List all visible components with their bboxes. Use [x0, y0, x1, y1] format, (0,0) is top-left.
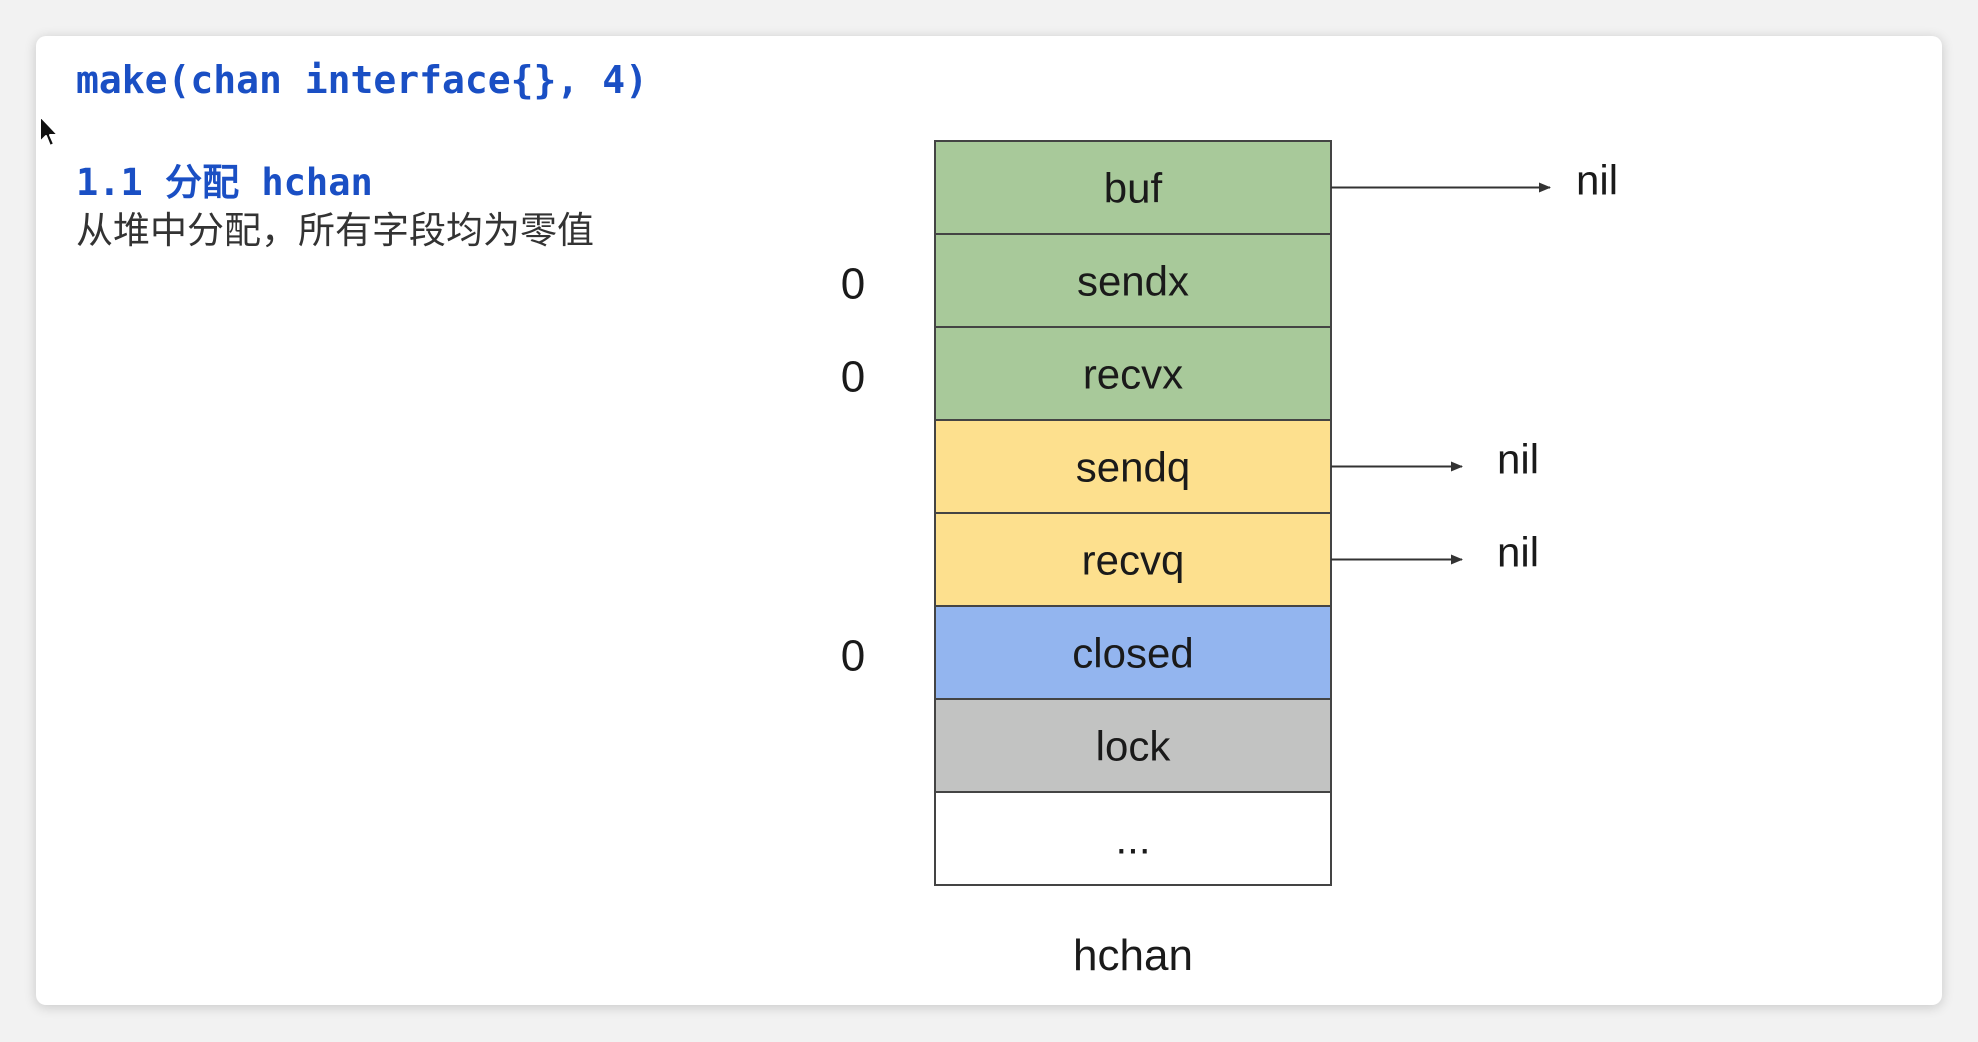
field-name-4: recvq [1082, 537, 1185, 584]
struct-name: hchan [1073, 931, 1193, 980]
field-value-2: 0 [841, 353, 865, 402]
field-name-0: buf [1104, 165, 1163, 212]
field-name-2: recvx [1083, 351, 1183, 398]
field-value-1: 0 [841, 260, 865, 309]
hchan-diagram: buf nil sendx 0 recvx 0 sendq nil recvq nil closed… [841, 140, 1618, 980]
pointer-target-4: nil [1497, 529, 1539, 576]
field-name-7: ... [1115, 816, 1150, 863]
pointer-target-3: nil [1497, 436, 1539, 483]
field-name-3: sendq [1076, 444, 1190, 491]
field-name-1: sendx [1077, 258, 1189, 305]
field-name-5: closed [1072, 630, 1193, 677]
field-value-5: 0 [841, 632, 865, 681]
field-name-6: lock [1096, 723, 1172, 770]
hchan-fields: buf nil sendx 0 recvx 0 sendq nil recvq nil closed… [841, 140, 1618, 886]
pointer-target-0: nil [1576, 157, 1618, 204]
